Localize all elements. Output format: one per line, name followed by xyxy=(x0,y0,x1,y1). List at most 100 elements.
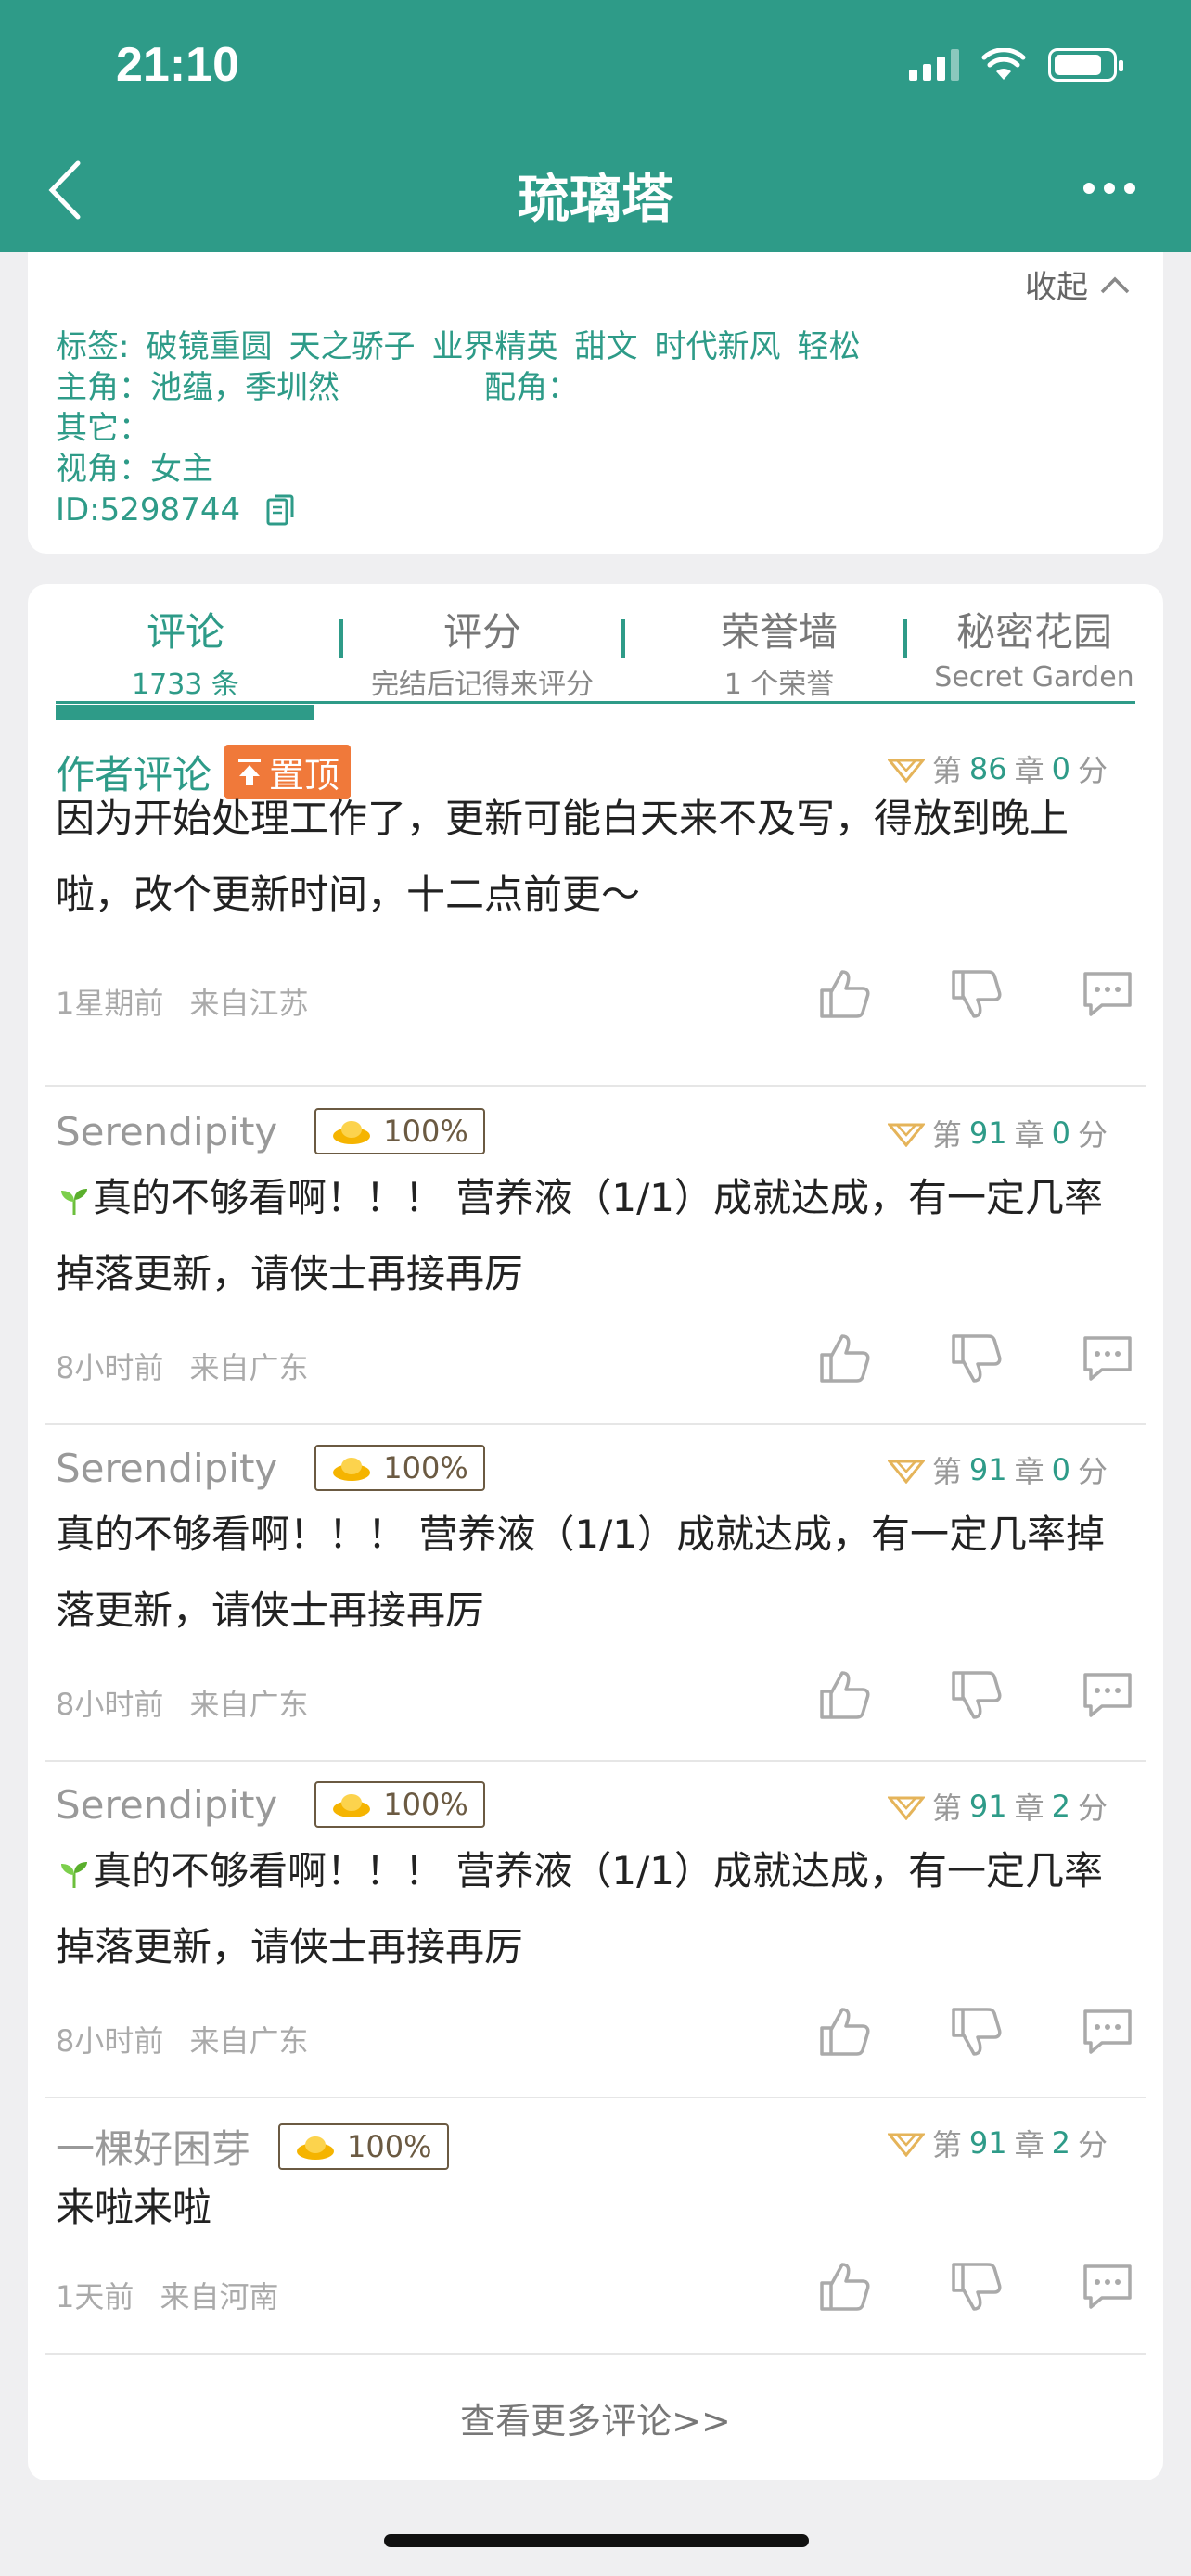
score-unit: 分 xyxy=(1077,1791,1108,1826)
chapter-number: 91 xyxy=(968,1452,1007,1487)
page-title: 琉璃塔 xyxy=(518,170,673,230)
thumbs-up-icon[interactable] xyxy=(816,1331,872,1386)
reply-icon[interactable] xyxy=(1080,2261,1135,2313)
signal-icon xyxy=(909,49,959,81)
thumbs-down-icon[interactable] xyxy=(948,2259,1004,2315)
comment-item: Serendipity 100% 第 91 章 0 分 真的不够看啊！！！ 营养… xyxy=(28,1108,1163,1423)
vip-diamond-icon xyxy=(887,1460,925,1484)
gold-ingot-icon xyxy=(333,1121,371,1144)
tag[interactable]: 轻松 xyxy=(797,326,860,367)
comment-body: 因为开始处理工作了，更新可能白天来不及写，得放到晚上啦，改个更新时间，十二点前更… xyxy=(56,796,1069,917)
more-options-button[interactable] xyxy=(1083,183,1135,194)
tag[interactable]: 业界精英 xyxy=(431,326,557,367)
badge-value: 100% xyxy=(347,2128,432,2164)
comment-meta: 8小时前 来自广东 xyxy=(56,1681,309,1724)
view-more-comments-link[interactable]: 查看更多评论>> xyxy=(28,2392,1163,2443)
comment-body-wrap: 真的不够看啊！！！ 营养液（1/1）成就达成，有一定几率掉落更新，请侠士再接再厉 xyxy=(56,1833,1141,1985)
vip-diamond-icon xyxy=(887,1796,925,1820)
novel-meta: 标签: 破镜重圆 天之骄子 业界精英 甜文 时代新风 轻松 主角：池蕴，季圳然 … xyxy=(56,326,860,530)
comment-author: Serendipity xyxy=(56,1781,278,1828)
reply-icon[interactable] xyxy=(1080,2006,1135,2058)
app-header: 21:10 琉璃塔 xyxy=(0,0,1191,252)
tab-secret-garden[interactable]: 秘密花园 Secret Garden xyxy=(918,601,1150,694)
gold-badge: 100% xyxy=(314,1781,485,1828)
roles-row: 主角：池蕴，季圳然 配角： xyxy=(56,367,860,408)
comment-actions xyxy=(816,966,1135,1022)
supporting-role: 配角： xyxy=(484,369,579,406)
score-unit: 分 xyxy=(1077,1117,1108,1153)
comment-divider xyxy=(45,1423,1146,1425)
comment-header: Serendipity 100% xyxy=(56,1781,485,1828)
sprout-icon xyxy=(61,1862,87,1888)
vip-diamond-icon xyxy=(887,759,925,783)
score-unit: 分 xyxy=(1077,1454,1108,1489)
thumbs-up-icon[interactable] xyxy=(816,1667,872,1723)
comment-location: 来自河南 xyxy=(160,2279,279,2315)
tab-title: 评分 xyxy=(442,609,521,655)
score-unit: 分 xyxy=(1077,2127,1108,2162)
comment-chapter: 第 91 章 2 分 xyxy=(887,2122,1108,2164)
thumbs-up-icon[interactable] xyxy=(816,2259,872,2315)
thumbs-down-icon[interactable] xyxy=(948,966,1004,1022)
status-icons xyxy=(909,48,1123,82)
tag[interactable]: 甜文 xyxy=(574,326,637,367)
badge-value: 100% xyxy=(383,1787,468,1822)
comment-score: 2 xyxy=(1051,2125,1070,2161)
chapter-prefix: 第 xyxy=(931,1791,962,1826)
tag[interactable]: 天之骄子 xyxy=(288,326,415,367)
id-row: ID:5298744 xyxy=(56,490,860,530)
badge-value: 100% xyxy=(383,1450,468,1486)
tag[interactable]: 时代新风 xyxy=(654,326,780,367)
status-time: 21:10 xyxy=(116,38,239,92)
comments-card: 评论 1733 条 评分 完结后记得来评分 荣誉墙 1 个荣誉 秘密花园 Sec… xyxy=(28,584,1163,2480)
chevron-up-icon xyxy=(1100,276,1130,293)
reply-icon[interactable] xyxy=(1080,1669,1135,1721)
comment-time: 1天前 xyxy=(56,2279,134,2315)
tags-row: 标签: 破镜重圆 天之骄子 业界精英 甜文 时代新风 轻松 xyxy=(56,326,860,367)
perspective: 视角：女主 xyxy=(56,451,213,488)
copy-icon[interactable] xyxy=(266,493,294,527)
comment-location: 来自广东 xyxy=(189,2023,309,2059)
comment-score: 0 xyxy=(1051,1452,1070,1487)
comment-item: Serendipity 100% 第 91 章 0 分 真的不够看啊！！！ 营养… xyxy=(28,1445,1163,1760)
chapter-number: 91 xyxy=(968,1116,1007,1151)
comment-header: Serendipity 100% xyxy=(56,1445,485,1491)
tag[interactable]: 破镜重圆 xyxy=(146,326,272,367)
reply-icon[interactable] xyxy=(1080,1333,1135,1384)
wifi-icon xyxy=(981,48,1026,80)
tab-rating[interactable]: 评分 完结后记得来评分 xyxy=(343,601,621,702)
comment-body-wrap: 真的不够看啊！！！ 营养液（1/1）成就达成，有一定几率掉落更新，请侠士再接再厉 xyxy=(56,1160,1141,1312)
other-label: 其它： xyxy=(56,410,150,447)
chapter-prefix: 第 xyxy=(931,2127,962,2162)
comment-location: 来自广东 xyxy=(189,1687,309,1722)
comment-score: 2 xyxy=(1051,1789,1070,1824)
chapter-suffix: 章 xyxy=(1014,1117,1044,1153)
thumbs-down-icon[interactable] xyxy=(948,1667,1004,1723)
thumbs-down-icon[interactable] xyxy=(948,2004,1004,2060)
vip-diamond-icon xyxy=(887,2133,925,2157)
gold-ingot-icon xyxy=(297,2136,335,2160)
comment-item: 一棵好困芽 100% 第 91 章 2 分 来啦来啦 1天前 来自河南 xyxy=(28,2118,1163,2359)
home-indicator[interactable] xyxy=(384,2534,809,2547)
tab-title: 荣誉墙 xyxy=(720,609,838,655)
comment-location: 来自江苏 xyxy=(189,986,309,1021)
tab-divider xyxy=(621,619,625,658)
collapse-button[interactable]: 收起 xyxy=(1025,261,1131,307)
novel-id: ID:5298744 xyxy=(56,491,241,529)
comment-header: Serendipity 100% xyxy=(56,1108,485,1154)
tab-subtitle: 完结后记得来评分 xyxy=(371,669,594,701)
reply-icon[interactable] xyxy=(1080,968,1135,1020)
comment-chapter: 第 91 章 2 分 xyxy=(887,1785,1108,1828)
thumbs-up-icon[interactable] xyxy=(816,2004,872,2060)
thumbs-up-icon[interactable] xyxy=(816,966,872,1022)
comment-meta: 8小时前 来自广东 xyxy=(56,2018,309,2060)
comment-time: 1星期前 xyxy=(56,986,164,1021)
novel-info-card: 收起 标签: 破镜重圆 天之骄子 业界精英 甜文 时代新风 轻松 主角：池蕴，季… xyxy=(28,252,1163,554)
comment-header: 一棵好困芽 100% xyxy=(56,2118,449,2174)
tab-comments[interactable]: 评论 1733 条 xyxy=(111,601,260,702)
tab-divider xyxy=(903,619,907,658)
tab-honor-wall[interactable]: 荣誉墙 1 个荣誉 xyxy=(640,601,918,702)
battery-icon xyxy=(1048,48,1123,82)
thumbs-down-icon[interactable] xyxy=(948,1331,1004,1386)
comment-chapter: 第 91 章 0 分 xyxy=(887,1112,1108,1154)
